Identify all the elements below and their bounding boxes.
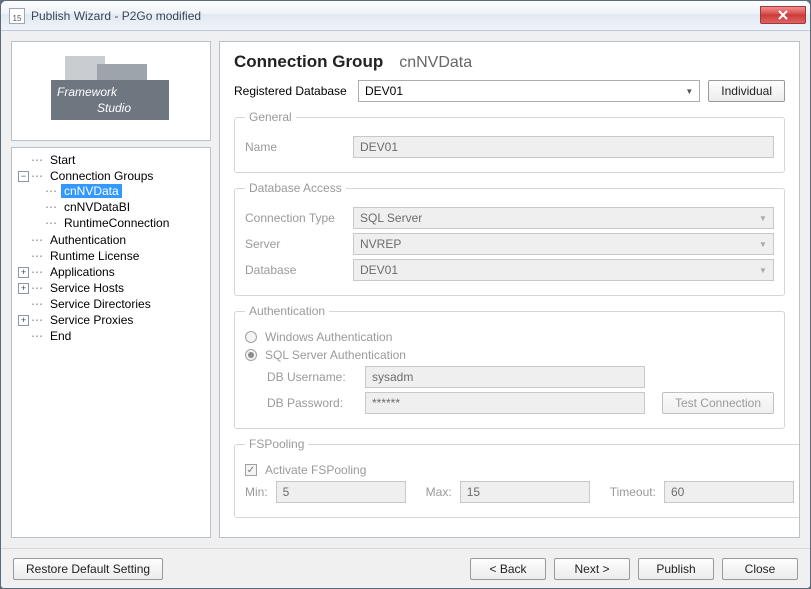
activate-fspooling-checkbox: ✓ (245, 464, 257, 476)
database-combo: DEV01▼ (353, 259, 774, 281)
page-subheading: cnNVData (399, 54, 472, 72)
tree-item-cnnvdata[interactable]: cnNVData (61, 184, 122, 198)
activate-fspooling-label: Activate FSPooling (265, 463, 366, 477)
tree-item-service-hosts[interactable]: Service Hosts (47, 281, 127, 295)
page-heading: Connection Group (234, 52, 383, 72)
tree-expand-icon[interactable]: + (18, 283, 29, 294)
back-button[interactable]: < Back (470, 558, 546, 580)
footer: Restore Default Setting < Back Next > Pu… (1, 548, 810, 588)
pool-min-label: Min: (245, 485, 268, 499)
tree-item-runtime-license[interactable]: Runtime License (47, 249, 142, 263)
registered-db-combo[interactable]: DEV01 ▼ (358, 80, 700, 102)
database-access-group: Database Access Connection Type SQL Serv… (234, 181, 785, 296)
app-icon: 15 (9, 8, 25, 24)
general-group: General Name DEV01 (234, 110, 785, 173)
db-username-field: sysadm (365, 366, 645, 388)
db-username-label: DB Username: (267, 370, 357, 384)
tree-item-cnnvdatabi[interactable]: cnNVDataBI (61, 200, 133, 214)
authentication-group: Authentication Windows Authentication SQ… (234, 304, 785, 429)
server-combo: NVREP▼ (353, 233, 774, 255)
fspooling-group: FSPooling ✓ Activate FSPooling Min: 5 Ma… (234, 437, 800, 518)
registered-db-label: Registered Database (234, 84, 350, 98)
pool-timeout-field: 60 (664, 481, 794, 503)
db-password-field: ****** (365, 392, 645, 414)
next-button[interactable]: Next > (554, 558, 630, 580)
close-icon (777, 10, 789, 20)
window-buttons (758, 6, 806, 26)
general-legend: General (245, 110, 296, 124)
dbaccess-legend: Database Access (245, 181, 346, 195)
windows-auth-label: Windows Authentication (265, 330, 392, 344)
close-button[interactable]: Close (722, 558, 798, 580)
name-label: Name (245, 140, 345, 154)
pool-max-field: 15 (460, 481, 590, 503)
sql-auth-label: SQL Server Authentication (265, 348, 406, 362)
restore-default-button[interactable]: Restore Default Setting (13, 558, 163, 580)
tree-item-service-directories[interactable]: Service Directories (47, 297, 154, 311)
connection-type-combo: SQL Server▼ (353, 207, 774, 229)
close-window-button[interactable] (760, 6, 806, 24)
logo-box: FrameworkStudio (11, 41, 211, 141)
tree-item-applications[interactable]: Applications (47, 265, 118, 279)
navigation-tree[interactable]: ⋯Start −⋯Connection Groups ⋯cnNVData ⋯cn… (11, 147, 211, 538)
tree-expand-icon[interactable]: + (18, 315, 29, 326)
framework-studio-logo: FrameworkStudio (41, 56, 181, 126)
windows-auth-radio (245, 331, 257, 343)
database-label: Database (245, 263, 345, 277)
publish-button[interactable]: Publish (638, 558, 714, 580)
name-field: DEV01 (353, 136, 774, 158)
tree-item-start[interactable]: Start (47, 153, 78, 167)
chevron-down-icon: ▼ (756, 211, 770, 225)
auth-legend: Authentication (245, 304, 329, 318)
db-password-label: DB Password: (267, 396, 357, 410)
tree-item-service-proxies[interactable]: Service Proxies (47, 313, 136, 327)
server-label: Server (245, 237, 345, 251)
connection-type-label: Connection Type (245, 211, 345, 225)
tree-item-connection-groups[interactable]: Connection Groups (47, 169, 156, 183)
tree-item-end[interactable]: End (47, 329, 74, 343)
tree-expand-icon[interactable]: + (18, 267, 29, 278)
tree-item-runtimeconnection[interactable]: RuntimeConnection (61, 216, 172, 230)
tree-item-authentication[interactable]: Authentication (47, 233, 129, 247)
test-connection-button: Test Connection (662, 392, 774, 414)
sql-auth-radio (245, 349, 257, 361)
tree-collapse-icon[interactable]: − (18, 171, 29, 182)
pool-max-label: Max: (426, 485, 452, 499)
chevron-down-icon: ▼ (756, 263, 770, 277)
fspooling-legend: FSPooling (245, 437, 308, 451)
publish-wizard-window: 15 Publish Wizard - P2Go modified Framew… (0, 0, 811, 589)
window-title: Publish Wizard - P2Go modified (31, 9, 758, 23)
chevron-down-icon: ▼ (756, 237, 770, 251)
individual-button[interactable]: Individual (708, 80, 785, 102)
pool-timeout-label: Timeout: (610, 485, 656, 499)
chevron-down-icon: ▼ (682, 84, 696, 98)
titlebar: 15 Publish Wizard - P2Go modified (1, 1, 810, 31)
detail-panel: Connection Group cnNVData Registered Dat… (219, 41, 800, 538)
pool-min-field: 5 (276, 481, 406, 503)
